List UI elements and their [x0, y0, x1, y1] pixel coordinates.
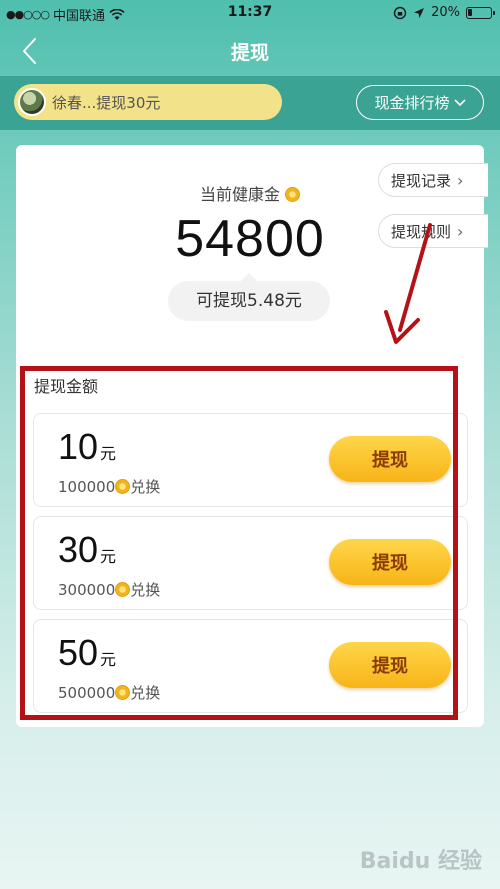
balance-label: 当前健康金: [199, 185, 280, 204]
chevron-right-icon: ›: [457, 221, 464, 241]
lock-rotation-icon: [393, 6, 407, 19]
cash-ranking-label: 现金排行榜: [374, 94, 450, 112]
withdrawable-amount: 可提现5.48元: [168, 273, 330, 321]
chevron-right-icon: ›: [457, 170, 464, 190]
battery-fill: [468, 8, 472, 16]
chevron-down-icon: [453, 98, 466, 106]
ticker-strip: 徐春...提现30元 现金排行榜: [0, 76, 500, 130]
ticker-pill: 徐春...提现30元: [14, 84, 282, 120]
coin-icon: [285, 187, 301, 202]
nav-bar: 提现: [0, 28, 500, 76]
page-title: 提现: [230, 42, 269, 64]
cash-ranking-button[interactable]: 现金排行榜: [356, 85, 484, 120]
status-bar: ●●○○○ 中国联通 11:37 20%: [0, 0, 500, 28]
ticker-text: 徐春...提现30元: [52, 93, 161, 112]
status-right: 20%: [393, 5, 495, 20]
withdraw-records-label: 提现记录: [391, 171, 452, 190]
avatar: [18, 88, 46, 116]
highlight-annotation-box: [20, 366, 458, 720]
battery-icon: [466, 6, 495, 19]
watermark: Baidu 经验: [359, 849, 482, 874]
battery-percent: 20%: [431, 5, 460, 20]
arrow-annotation-icon: [384, 223, 432, 344]
withdraw-records-link[interactable]: 提现记录 ›: [378, 163, 488, 197]
location-icon: [414, 7, 425, 18]
